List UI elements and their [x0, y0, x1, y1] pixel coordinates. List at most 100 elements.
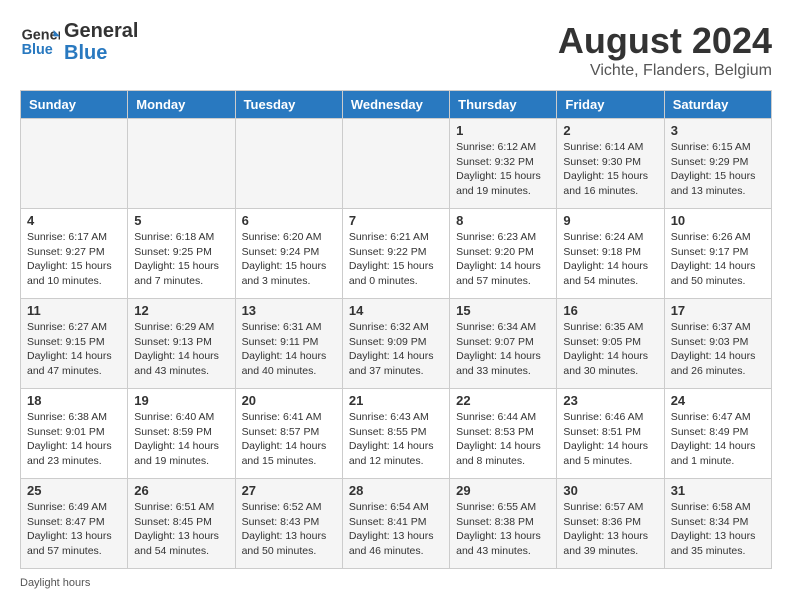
day-number: 25 [27, 483, 121, 498]
day-of-week-header: Sunday [21, 91, 128, 119]
calendar-cell: 3 Sunrise: 6:15 AM Sunset: 9:29 PM Daylig… [664, 119, 771, 209]
day-info: Sunrise: 6:18 AM Sunset: 9:25 PM Dayligh… [134, 230, 228, 289]
calendar-week-row: 18 Sunrise: 6:38 AM Sunset: 9:01 PM Dayli… [21, 389, 772, 479]
calendar-cell: 5 Sunrise: 6:18 AM Sunset: 9:25 PM Daylig… [128, 209, 235, 299]
footer-note: Daylight hours [20, 577, 772, 589]
day-of-week-header: Tuesday [235, 91, 342, 119]
calendar-table: SundayMondayTuesdayWednesdayThursdayFrid… [20, 90, 772, 569]
logo-blue: Blue [64, 42, 138, 64]
day-of-week-header: Thursday [450, 91, 557, 119]
calendar-cell: 27 Sunrise: 6:52 AM Sunset: 8:43 PM Dayli… [235, 479, 342, 569]
day-info: Sunrise: 6:52 AM Sunset: 8:43 PM Dayligh… [242, 500, 336, 559]
day-number: 16 [563, 303, 657, 318]
day-info: Sunrise: 6:31 AM Sunset: 9:11 PM Dayligh… [242, 320, 336, 379]
calendar-cell: 13Sunrise: 6:31 AM Sunset: 9:11 PM Dayli… [235, 299, 342, 389]
day-info: Sunrise: 6:35 AM Sunset: 9:05 PM Dayligh… [563, 320, 657, 379]
day-info: Sunrise: 6:51 AM Sunset: 8:45 PM Dayligh… [134, 500, 228, 559]
day-info: Sunrise: 6:40 AM Sunset: 8:59 PM Dayligh… [134, 410, 228, 469]
day-number: 29 [456, 483, 550, 498]
calendar-cell: 2Sunrise: 6:14 AM Sunset: 9:30 PM Daylig… [557, 119, 664, 209]
day-info: Sunrise: 6:54 AM Sunset: 8:41 PM Dayligh… [349, 500, 443, 559]
day-number: 15 [456, 303, 550, 318]
day-number: 5 [134, 213, 228, 228]
calendar-cell [21, 119, 128, 209]
calendar-cell: 31 Sunrise: 6:58 AM Sunset: 8:34 PM Dayli… [664, 479, 771, 569]
day-number: 31 [671, 483, 765, 498]
calendar-header-row: SundayMondayTuesdayWednesdayThursdayFrid… [21, 91, 772, 119]
svg-text:Blue: Blue [22, 42, 53, 58]
calendar-subtitle: Vichte, Flanders, Belgium [558, 62, 772, 80]
calendar-cell: 6 Sunrise: 6:20 AM Sunset: 9:24 PM Daylig… [235, 209, 342, 299]
calendar-cell: 1Sunrise: 6:12 AM Sunset: 9:32 PM Daylig… [450, 119, 557, 209]
calendar-cell: 9Sunrise: 6:24 AM Sunset: 9:18 PM Daylig… [557, 209, 664, 299]
day-info: Sunrise: 6:14 AM Sunset: 9:30 PM Dayligh… [563, 140, 657, 199]
calendar-cell: 20 Sunrise: 6:41 AM Sunset: 8:57 PM Dayli… [235, 389, 342, 479]
calendar-cell: 24 Sunrise: 6:47 AM Sunset: 8:49 PM Dayli… [664, 389, 771, 479]
day-of-week-header: Friday [557, 91, 664, 119]
calendar-cell: 15 Sunrise: 6:34 AM Sunset: 9:07 PM Dayli… [450, 299, 557, 389]
day-number: 14 [349, 303, 443, 318]
day-info: Sunrise: 6:38 AM Sunset: 9:01 PM Dayligh… [27, 410, 121, 469]
calendar-cell: 10 Sunrise: 6:26 AM Sunset: 9:17 PM Dayli… [664, 209, 771, 299]
day-info: Sunrise: 6:49 AM Sunset: 8:47 PM Dayligh… [27, 500, 121, 559]
calendar-cell: 17Sunrise: 6:37 AM Sunset: 9:03 PM Dayli… [664, 299, 771, 389]
calendar-cell: 28 Sunrise: 6:54 AM Sunset: 8:41 PM Dayli… [342, 479, 449, 569]
day-info: Sunrise: 6:15 AM Sunset: 9:29 PM Dayligh… [671, 140, 765, 199]
day-number: 20 [242, 393, 336, 408]
day-number: 22 [456, 393, 550, 408]
day-info: Sunrise: 6:37 AM Sunset: 9:03 PM Dayligh… [671, 320, 765, 379]
calendar-week-row: 25 Sunrise: 6:49 AM Sunset: 8:47 PM Dayli… [21, 479, 772, 569]
day-number: 10 [671, 213, 765, 228]
day-info: Sunrise: 6:41 AM Sunset: 8:57 PM Dayligh… [242, 410, 336, 469]
day-number: 11 [27, 303, 121, 318]
calendar-week-row: 4 Sunrise: 6:17 AM Sunset: 9:27 PM Daylig… [21, 209, 772, 299]
calendar-cell [235, 119, 342, 209]
page-header: General Blue General Blue August 2024 Vi… [20, 20, 772, 80]
calendar-cell: 19 Sunrise: 6:40 AM Sunset: 8:59 PM Dayli… [128, 389, 235, 479]
calendar-cell [342, 119, 449, 209]
title-block: August 2024 Vichte, Flanders, Belgium [558, 20, 772, 80]
calendar-cell: 18 Sunrise: 6:38 AM Sunset: 9:01 PM Dayli… [21, 389, 128, 479]
day-info: Sunrise: 6:44 AM Sunset: 8:53 PM Dayligh… [456, 410, 550, 469]
day-number: 27 [242, 483, 336, 498]
calendar-cell: 16 Sunrise: 6:35 AM Sunset: 9:05 PM Dayli… [557, 299, 664, 389]
day-number: 19 [134, 393, 228, 408]
day-number: 26 [134, 483, 228, 498]
calendar-cell: 22 Sunrise: 6:44 AM Sunset: 8:53 PM Dayli… [450, 389, 557, 479]
day-number: 24 [671, 393, 765, 408]
day-info: Sunrise: 6:21 AM Sunset: 9:22 PM Dayligh… [349, 230, 443, 289]
day-info: Sunrise: 6:12 AM Sunset: 9:32 PM Dayligh… [456, 140, 550, 199]
day-info: Sunrise: 6:17 AM Sunset: 9:27 PM Dayligh… [27, 230, 121, 289]
calendar-week-row: 11Sunrise: 6:27 AM Sunset: 9:15 PM Dayli… [21, 299, 772, 389]
day-info: Sunrise: 6:29 AM Sunset: 9:13 PM Dayligh… [134, 320, 228, 379]
day-info: Sunrise: 6:58 AM Sunset: 8:34 PM Dayligh… [671, 500, 765, 559]
day-of-week-header: Saturday [664, 91, 771, 119]
day-info: Sunrise: 6:43 AM Sunset: 8:55 PM Dayligh… [349, 410, 443, 469]
day-number: 28 [349, 483, 443, 498]
day-number: 23 [563, 393, 657, 408]
day-info: Sunrise: 6:26 AM Sunset: 9:17 PM Dayligh… [671, 230, 765, 289]
day-info: Sunrise: 6:34 AM Sunset: 9:07 PM Dayligh… [456, 320, 550, 379]
day-number: 9 [563, 213, 657, 228]
day-info: Sunrise: 6:46 AM Sunset: 8:51 PM Dayligh… [563, 410, 657, 469]
calendar-cell: 25 Sunrise: 6:49 AM Sunset: 8:47 PM Dayli… [21, 479, 128, 569]
logo: General Blue General Blue [20, 20, 138, 64]
day-number: 21 [349, 393, 443, 408]
calendar-title: August 2024 [558, 20, 772, 62]
day-number: 3 [671, 123, 765, 138]
day-info: Sunrise: 6:47 AM Sunset: 8:49 PM Dayligh… [671, 410, 765, 469]
day-of-week-header: Wednesday [342, 91, 449, 119]
day-number: 18 [27, 393, 121, 408]
calendar-cell: 11Sunrise: 6:27 AM Sunset: 9:15 PM Dayli… [21, 299, 128, 389]
calendar-cell: 30Sunrise: 6:57 AM Sunset: 8:36 PM Dayli… [557, 479, 664, 569]
calendar-cell: 26 Sunrise: 6:51 AM Sunset: 8:45 PM Dayli… [128, 479, 235, 569]
day-number: 30 [563, 483, 657, 498]
calendar-cell [128, 119, 235, 209]
day-info: Sunrise: 6:20 AM Sunset: 9:24 PM Dayligh… [242, 230, 336, 289]
day-number: 6 [242, 213, 336, 228]
calendar-cell: 4 Sunrise: 6:17 AM Sunset: 9:27 PM Daylig… [21, 209, 128, 299]
day-number: 12 [134, 303, 228, 318]
day-number: 4 [27, 213, 121, 228]
day-info: Sunrise: 6:55 AM Sunset: 8:38 PM Dayligh… [456, 500, 550, 559]
day-number: 8 [456, 213, 550, 228]
